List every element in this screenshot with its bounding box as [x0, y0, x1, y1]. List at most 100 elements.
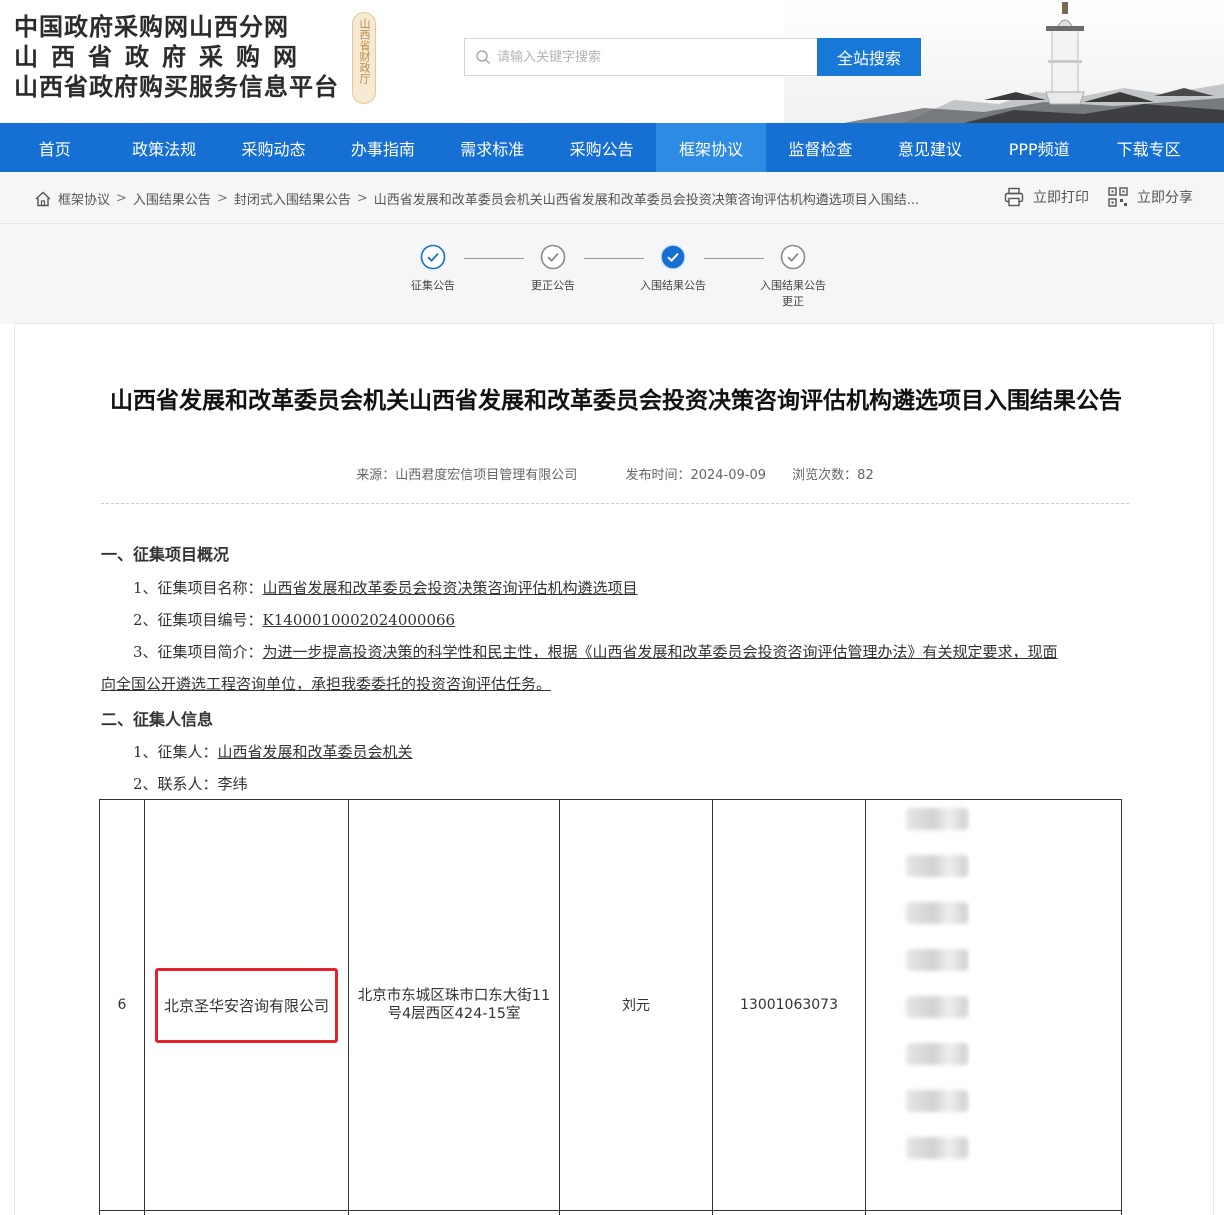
article-title: 山西省发展和改革委员会机关山西省发展和改革委员会投资决策咨询评估机构遴选项目入围…	[110, 388, 1122, 414]
site-title-line3: 山西省政府购买服务信息平台	[14, 72, 339, 101]
step-collection-notice[interactable]: 征集公告	[398, 244, 468, 294]
step-label: 入围结果公告更正	[760, 279, 826, 308]
breadcrumb-item-closed-results[interactable]: 封闭式入围结果公告	[234, 189, 351, 208]
contact-value: 李纬	[217, 775, 248, 793]
nav-item[interactable]: 办事指南	[328, 123, 437, 172]
print-button[interactable]: 立即打印	[1003, 186, 1089, 208]
contact-line: 2、联系人：李纬	[101, 773, 1131, 794]
article-panel: 山西省发展和改革委员会机关山西省发展和改革委员会投资决策咨询评估机构遴选项目入围…	[14, 323, 1214, 1215]
meta-divider	[101, 503, 1129, 504]
table-cell	[559, 1210, 713, 1215]
article-source: 来源：山西君度宏信项目管理有限公司	[356, 468, 577, 483]
step-connector	[704, 258, 764, 259]
search-icon	[476, 50, 491, 65]
date-value: 2024-09-09	[690, 468, 767, 483]
step-connector	[464, 258, 524, 259]
step-result-correction[interactable]: 入围结果公告更正	[758, 244, 828, 310]
nav-item[interactable]: 采购动态	[219, 123, 328, 172]
share-button[interactable]: 立即分享	[1107, 186, 1193, 208]
check-circle-icon	[420, 244, 446, 270]
project-name-line: 1、征集项目名称：山西省发展和改革委员会投资决策咨询评估机构遴选项目	[101, 577, 1131, 598]
main-nav: 首页 政策法规 采购动态 办事指南 需求标准 采购公告 框架协议 监督检查 意见建议 PPP频道下…	[0, 123, 1224, 172]
nav-item[interactable]: PPP频道	[985, 123, 1094, 172]
project-summary-line: 3、征集项目简介：为进一步提高投资决策的科学性和民主性，根据《山西省发展和改革委…	[101, 641, 1131, 662]
site-title-line1: 中国政府采购网山西分网	[14, 12, 289, 41]
row-index-cell: 6	[99, 799, 145, 1211]
nav-item[interactable]: 政策法规	[109, 123, 218, 172]
check-circle-icon	[660, 244, 686, 270]
redacted-blur-block	[906, 808, 968, 830]
nav-item[interactable]: 意见建议	[875, 123, 984, 172]
address-cell: 北京市东城区珠市口东大街11号4层西区424-15室	[348, 799, 560, 1211]
site-title: 中国政府采购网山西分网 山西省政府采购网 山西省政府购买服务信息平台	[14, 12, 344, 102]
breadcrumb-item-framework[interactable]: 框架协议	[58, 189, 110, 208]
redacted-blur-block	[906, 1043, 968, 1065]
home-icon[interactable]	[34, 190, 52, 208]
nav-item[interactable]: 采购公告	[547, 123, 656, 172]
step-label: 征集公告	[411, 279, 455, 292]
department-seal: 山西省财政厅	[352, 12, 376, 104]
share-label: 立即分享	[1137, 190, 1193, 206]
article-meta: 来源：山西君度宏信项目管理有限公司 发布时间：2024-09-09 浏览次数：8…	[15, 464, 1215, 483]
nav-item[interactable]: 首页	[0, 123, 109, 172]
nav-item[interactable]: 需求标准	[438, 123, 547, 172]
contact-person-cell: 刘元	[559, 799, 713, 1211]
site-search-button[interactable]: 全站搜索	[817, 38, 921, 76]
project-name-label: 1、征集项目名称：	[133, 579, 263, 597]
phone-cell: 13001063073	[712, 799, 866, 1211]
search-input[interactable]	[497, 49, 797, 65]
check-circle-icon	[540, 244, 566, 270]
printer-icon	[1004, 187, 1024, 207]
results-table: 6 北京圣华安咨询有限公司 北京市东城区珠市口东大街11号4层西区424-15室…	[99, 799, 1122, 1215]
redacted-blur-block	[906, 855, 968, 877]
redacted-blur-block	[906, 949, 968, 971]
section-heading-overview: 一、征集项目概况	[101, 545, 230, 564]
article-date: 发布时间：2024-09-09	[625, 468, 766, 483]
table-cell	[348, 1210, 560, 1215]
redacted-cell	[865, 799, 1122, 1211]
breadcrumb-separator: >	[116, 191, 127, 206]
search-box	[464, 38, 818, 76]
project-summary-line-2: 向全国公开遴选工程咨询单位，承担我委委托的投资咨询评估任务。	[101, 673, 1131, 694]
redacted-blur-block	[906, 1137, 968, 1159]
redacted-blur-block	[906, 1090, 968, 1112]
breadcrumb-item-current: 山西省发展和改革委员会机关山西省发展和改革委员会投资决策咨询评估机构遴选项目入围…	[373, 193, 920, 208]
company-cell: 北京圣华安咨询有限公司	[144, 799, 349, 1211]
project-summary-value-a: 为进一步提高投资决策的科学性和民主性，根据《山西省发展和改革委员会投资咨询评估管…	[262, 643, 1058, 661]
table-cell	[712, 1210, 866, 1215]
source-value: 山西君度宏信项目管理有限公司	[395, 468, 578, 483]
nav-item[interactable]: 监督检查	[766, 123, 875, 172]
collector-label: 1、征集人：	[133, 743, 218, 761]
breadcrumb-bar: 框架协议 > 入围结果公告 > 封闭式入围结果公告 > 山西省发展和改革委员会机…	[0, 172, 1224, 224]
breadcrumb-separator: >	[356, 191, 368, 206]
breadcrumb-separator: >	[216, 191, 228, 206]
contact-label: 2、联系人：	[133, 775, 218, 793]
table-cell	[144, 1210, 349, 1215]
print-label: 立即打印	[1033, 190, 1089, 206]
date-label: 发布时间：	[625, 468, 691, 483]
progress-steps: 征集公告 更正公告 入围结果公告 入围结果公告更正	[0, 224, 1224, 324]
site-header: 中国政府采购网山西分网 山西省政府采购网 山西省政府购买服务信息平台 山西省财政…	[0, 0, 1224, 123]
project-number-value: K1400010002024000066	[262, 611, 456, 629]
check-circle-icon	[780, 244, 806, 270]
nav-item[interactable]: 下载专区	[1094, 123, 1203, 172]
table-cell	[865, 1210, 1122, 1215]
project-summary-value-b: 向全国公开遴选工程咨询单位，承担我委委托的投资咨询评估任务。	[101, 675, 552, 693]
step-correction-notice[interactable]: 更正公告	[518, 244, 588, 294]
project-number-line: 2、征集项目编号：K1400010002024000066	[101, 609, 1131, 630]
project-summary-label: 3、征集项目简介：	[133, 643, 263, 661]
breadcrumb-item-results[interactable]: 入围结果公告	[133, 189, 211, 208]
views-label: 浏览次数：	[792, 468, 858, 483]
site-title-line2: 山西省政府采购网	[14, 42, 310, 71]
step-label: 入围结果公告	[640, 279, 706, 292]
nav-item[interactable]: 框架协议	[656, 123, 766, 172]
step-label: 更正公告	[531, 279, 575, 292]
project-number-label: 2、征集项目编号：	[133, 611, 263, 629]
breadcrumb: 框架协议 > 入围结果公告 > 封闭式入围结果公告 > 山西省发展和改革委员会机…	[34, 189, 919, 208]
step-result-notice[interactable]: 入围结果公告	[638, 244, 708, 294]
step-connector	[584, 258, 644, 259]
table-row	[99, 1210, 1122, 1215]
source-label: 来源：	[356, 468, 396, 483]
qr-code-icon	[1108, 187, 1128, 207]
seal-text: 山西省财政厅	[358, 18, 371, 84]
